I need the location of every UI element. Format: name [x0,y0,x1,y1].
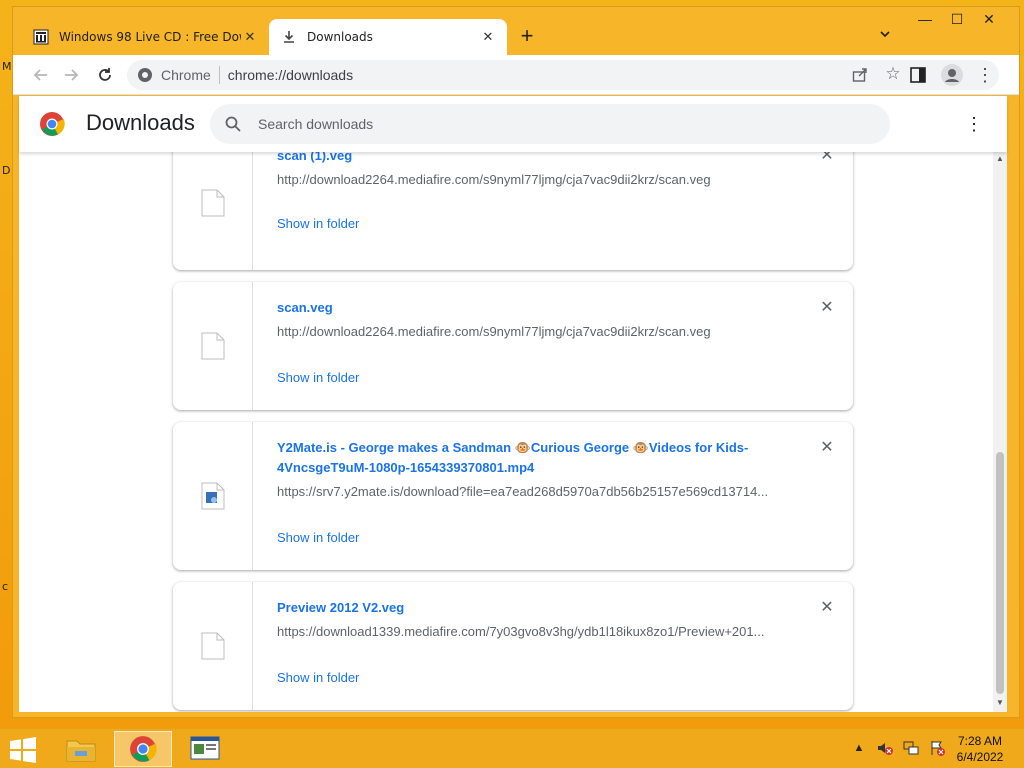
chrome-site-icon [137,67,153,83]
reload-icon[interactable] [93,63,117,87]
page-title: Downloads [86,110,195,135]
taskbar-clock[interactable]: 7:28 AM 6/4/2022 [948,733,1012,765]
show-in-folder-link[interactable]: Show in folder [277,530,359,545]
show-in-folder-link[interactable]: Show in folder [277,370,359,385]
tab-title: Windows 98 Live CD : Free Down [59,30,241,44]
system-tray: ▲ [850,739,946,757]
back-arrow-icon[interactable] [29,63,53,87]
show-hidden-icons-icon[interactable]: ▲ [850,739,868,757]
downloads-page: Downloads ⋮ scan (1).veg http://download… [19,96,1007,712]
chrome-logo-icon [39,111,65,137]
share-icon[interactable] [851,66,869,84]
browser-toolbar: Chrome chrome://downloads ☆ ⋮ [13,55,1019,95]
show-in-folder-link[interactable]: Show in folder [277,670,359,685]
downloads-more-options-icon[interactable]: ⋮ [965,112,983,136]
close-window-button[interactable]: ✕ [975,11,1003,33]
chrome-taskbar-icon[interactable] [114,731,172,767]
desktop-icon-label-fragment: M [2,60,12,73]
file-name-link[interactable]: scan (1).veg [277,152,813,166]
omnibox-divider [218,66,220,84]
file-icon [201,332,224,360]
archive-org-icon [33,29,49,45]
download-item: scan.veg http://download2264.mediafire.c… [173,282,853,410]
omnibox-url: chrome://downloads [227,67,354,83]
file-icon-column [173,422,253,570]
download-details: scan (1).veg http://download2264.mediafi… [277,152,813,187]
file-name-link[interactable]: scan.veg [277,298,813,318]
tab-search-chevron-icon[interactable] [875,27,895,47]
desktop-icon-label-fragment: D [2,164,11,177]
file-icon-column [173,582,253,710]
download-details: Y2Mate.is - George makes a Sandman 🐵Curi… [277,438,813,499]
close-tab-icon[interactable]: ✕ [241,28,259,46]
volume-muted-icon[interactable] [876,739,894,757]
tab-windows98[interactable]: Windows 98 Live CD : Free Down ✕ [21,19,269,55]
desktop-icon-label-fragment: c [2,580,9,593]
remove-download-icon[interactable]: ✕ [817,152,837,166]
search-box[interactable] [210,104,890,144]
show-in-folder-link[interactable]: Show in folder [277,216,359,231]
file-icon-column [173,152,253,270]
forward-arrow-icon[interactable] [59,63,83,87]
scrollbar-thumb[interactable] [996,452,1004,694]
file-explorer-taskbar-icon[interactable] [52,731,110,767]
maximize-button[interactable]: ☐ [943,11,971,33]
file-name-link[interactable]: Preview 2012 V2.veg [277,598,813,618]
vertical-scrollbar[interactable]: ▲ ▼ [993,152,1007,712]
omnibox-chrome-label: Chrome [161,67,211,83]
file-icon [201,189,224,217]
search-input[interactable] [258,116,838,132]
browser-window: Windows 98 Live CD : Free Down ✕ Downloa… [12,6,1020,718]
action-center-icon[interactable] [928,739,946,757]
downloads-list: scan (1).veg http://download2264.mediafi… [19,152,993,712]
network-icon[interactable] [902,739,920,757]
downloads-header: Downloads ⋮ [19,96,1007,152]
file-source-url[interactable]: http://download2264.mediafire.com/s9nyml… [277,172,813,187]
bookmark-star-icon[interactable]: ☆ [883,64,903,84]
remove-download-icon[interactable]: ✕ [817,438,837,458]
tab-downloads[interactable]: Downloads ✕ [269,19,507,55]
taskbar: ▲ 7:28 AM 6/4/2022 [0,728,1024,768]
profile-avatar-icon[interactable] [941,64,963,86]
browser-menu-icon[interactable]: ⋮ [975,63,995,87]
download-item: scan (1).veg http://download2264.mediafi… [173,152,853,270]
new-tab-button[interactable]: + [515,25,539,49]
close-tab-icon[interactable]: ✕ [479,28,497,46]
download-icon [281,29,297,45]
search-icon [224,115,242,133]
minimize-button[interactable]: — [911,11,939,33]
address-bar[interactable]: Chrome chrome://downloads ☆ [127,60,999,90]
scroll-up-arrow-icon[interactable]: ▲ [993,154,1007,166]
download-details: scan.veg http://download2264.mediafire.c… [277,298,813,339]
video-file-icon [201,482,224,510]
download-item: Y2Mate.is - George makes a Sandman 🐵Curi… [173,422,853,570]
side-panel-icon[interactable] [909,66,927,84]
download-details: Preview 2012 V2.veg https://download1339… [277,598,813,639]
file-source-url[interactable]: https://srv7.y2mate.is/download?file=ea7… [277,484,813,499]
remove-download-icon[interactable]: ✕ [817,598,837,618]
windows-start-icon[interactable] [8,737,38,763]
file-icon [201,632,224,660]
app-window-taskbar-icon[interactable] [176,731,234,767]
download-item: Preview 2012 V2.veg https://download1339… [173,582,853,710]
tab-title: Downloads [307,30,373,44]
tab-strip: Windows 98 Live CD : Free Down ✕ Downloa… [13,7,1019,55]
file-icon-column [173,282,253,410]
remove-download-icon[interactable]: ✕ [817,298,837,318]
clock-date: 6/4/2022 [956,750,1004,764]
file-name-link[interactable]: Y2Mate.is - George makes a Sandman 🐵Curi… [277,438,813,478]
clock-time: 7:28 AM [957,734,1003,748]
file-source-url[interactable]: https://download1339.mediafire.com/7y03g… [277,624,813,639]
file-source-url[interactable]: http://download2264.mediafire.com/s9nyml… [277,324,813,339]
scroll-down-arrow-icon[interactable]: ▼ [993,698,1007,710]
